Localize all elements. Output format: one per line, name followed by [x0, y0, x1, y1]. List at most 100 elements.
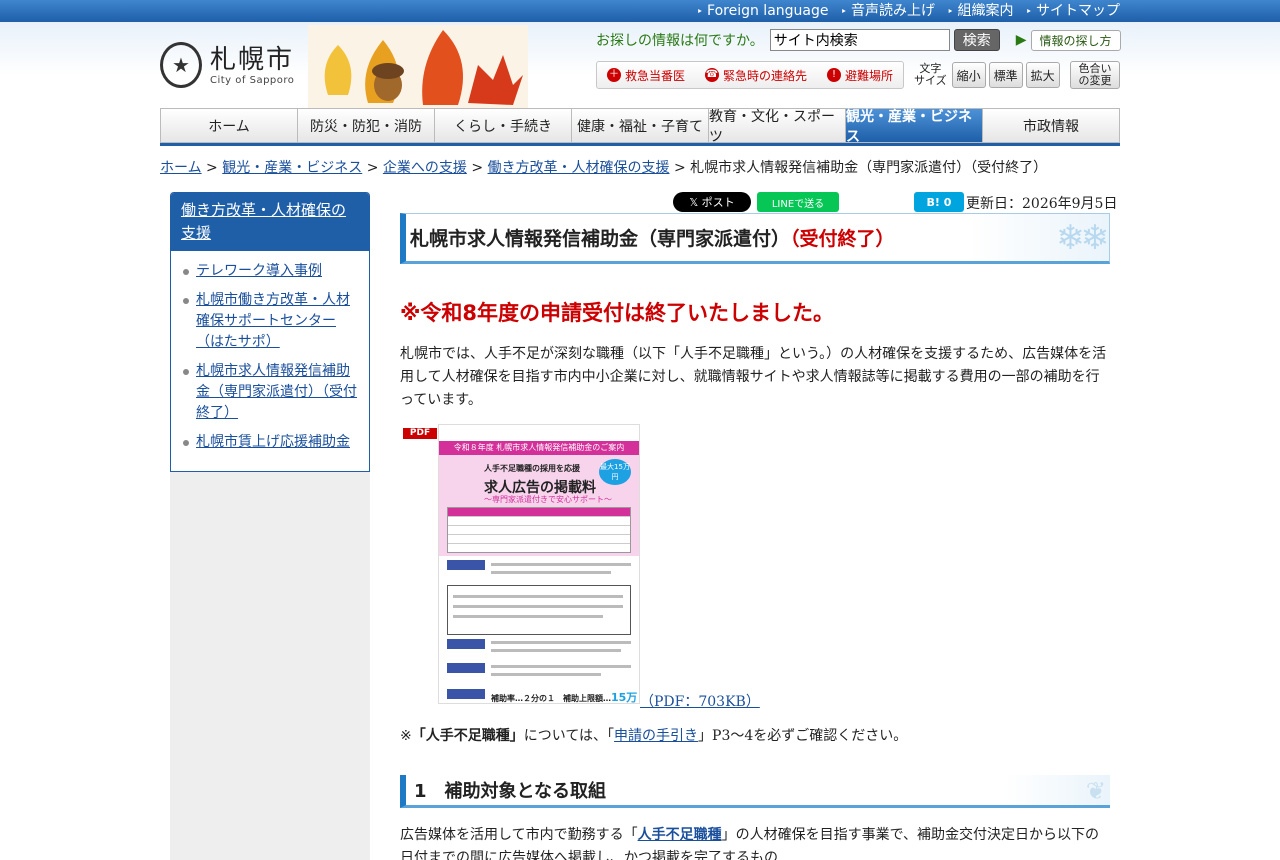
nav-health[interactable]: 健康・福祉・子育て: [571, 108, 708, 143]
utility-links: Foreign language 音声読み上げ 組織案内 サイトマップ: [697, 2, 1120, 21]
organization-link[interactable]: 組織案内: [947, 2, 1014, 21]
nav-home[interactable]: ホーム: [160, 108, 297, 143]
flyer-tag: [447, 560, 485, 570]
sidebar-item-hatasapo-link[interactable]: 札幌市働き方改革・人材確保サポートセンター（はたサポ）: [196, 292, 350, 350]
sidebar: 働き方改革・人材確保の支援 テレワーク導入事例 札幌市働き方改革・人材確保サポー…: [170, 192, 370, 472]
top-utility-bar: Foreign language 音声読み上げ 組織案内 サイトマップ: [0, 0, 1280, 22]
autumn-leaves-illustration: [308, 25, 528, 109]
search-row: お探しの情報は何ですか。 検索 ▶ 情報の探し方: [596, 29, 1121, 51]
flyer-text-line: [491, 665, 631, 668]
breadcrumb-business[interactable]: 観光・産業・ビジネス: [222, 160, 362, 176]
global-nav: ホーム 防災・防犯・消防 くらし・手続き 健康・福祉・子育て 教育・文化・スポー…: [160, 108, 1120, 146]
nav-living[interactable]: くらし・手続き: [434, 108, 571, 143]
updated-date: 更新日：2026年9月5日: [966, 196, 1118, 212]
site-search-input[interactable]: [769, 29, 950, 51]
breadcrumb-home[interactable]: ホーム: [160, 160, 202, 176]
page-title-main: 札幌市求人情報発信補助金（専門家派遣付）: [410, 228, 791, 250]
foreign-language-link[interactable]: Foreign language: [697, 2, 828, 21]
site-logo[interactable]: 札幌市 City of Sapporo: [160, 42, 294, 88]
flyer-table: [447, 507, 631, 553]
flyer-text-line: [491, 649, 621, 652]
evacuation-site-link[interactable]: ! 避難場所: [826, 67, 893, 84]
flyer-box: [447, 585, 631, 635]
logo-subtitle: City of Sapporo: [210, 74, 295, 86]
nav-education[interactable]: 教育・文化・スポーツ: [708, 108, 845, 145]
flyer-text-line: [453, 595, 623, 598]
x-post-button[interactable]: 𝕏 ポスト: [673, 192, 751, 212]
sitemap-link[interactable]: サイトマップ: [1026, 2, 1120, 21]
section1-paragraph: 広告媒体を活用して市内で勤務する「人手不足職種」の人材確保を目指す事業で、補助金…: [400, 824, 1112, 860]
flyer-text-line: [491, 563, 631, 566]
flyer-badge: 最大15万円: [599, 459, 631, 485]
section-heading: 1 補助対象となる取組: [414, 781, 606, 802]
search-button[interactable]: 検索: [953, 29, 1000, 51]
emergency-links: ＋ 救急当番医 ☎ 緊急時の連絡先 ! 避難場所: [596, 61, 904, 89]
flyer-thumbnail[interactable]: 令和８年度 札幌市求人情報発信補助金のご案内 人手不足職種の採用を応援 求人広告…: [438, 424, 640, 704]
sidebar-item-recruit-subsidy: 札幌市求人情報発信補助金（専門家派遣付）（受付終了）: [183, 361, 359, 424]
emergency-doctor-link[interactable]: ＋ 救急当番医: [606, 67, 685, 84]
search-question: お探しの情報は何ですか。: [596, 33, 764, 49]
evacuation-icon: !: [826, 68, 841, 82]
section1-pre: 広告媒体を活用して市内で勤務する「: [400, 827, 638, 843]
city-emblem-icon: [160, 42, 202, 88]
pdf-download-link[interactable]: （PDF：703KB）: [640, 691, 760, 711]
shortage-occupation-link[interactable]: 人手不足職種: [638, 827, 722, 843]
play-arrow-icon: ▶: [1015, 32, 1027, 48]
breadcrumb-separator: >: [366, 160, 383, 176]
breadcrumb-work-reform[interactable]: 働き方改革・人材確保の支援: [488, 160, 670, 176]
flyer-banner: 令和８年度 札幌市求人情報発信補助金のご案内: [439, 441, 639, 455]
closed-notice: ※令和8年度の申請受付は終了いたしました。: [400, 301, 835, 325]
note-mid: については、「: [523, 728, 615, 744]
line-share-button[interactable]: LINEで送る: [757, 192, 839, 212]
note-bold-term: 「人手不足職種」: [411, 728, 524, 744]
search-howto-button[interactable]: 情報の探し方: [1030, 29, 1121, 51]
sidebar-item-wage-subsidy-link[interactable]: 札幌市賃上げ応援補助金: [196, 434, 350, 450]
font-larger-button[interactable]: 拡大: [1025, 62, 1060, 88]
flyer-heading: 人手不足職種の採用を応援: [484, 464, 580, 473]
flyer-subheading: ～専門家派遣付きで安心サポート～: [484, 495, 612, 504]
breadcrumb-separator: >: [673, 160, 691, 176]
intro-paragraph: 札幌市では、人手不足が深刻な職種（以下「人手不足職種」という。）の人材確保を支援…: [400, 346, 1107, 408]
share-buttons: 𝕏 ポスト LINEで送る: [673, 192, 839, 212]
emergency-contact-link[interactable]: ☎ 緊急時の連絡先: [704, 67, 807, 84]
sidebar-list: テレワーク導入事例 札幌市働き方改革・人材確保サポートセンター（はたサポ） 札幌…: [171, 251, 369, 471]
flyer-amount-prefix: 補助率…２分の１ 補助上限額…: [491, 694, 611, 703]
font-standard-button[interactable]: 標準: [988, 62, 1023, 88]
evacuation-site-label: 避難場所: [844, 68, 893, 83]
flyer-text-line: [491, 571, 611, 574]
font-size-label: 文字 サイズ: [914, 62, 947, 87]
sidebar-item-hatasapo: 札幌市働き方改革・人材確保サポートセンター（はたサポ）: [183, 290, 359, 353]
color-change-button[interactable]: 色合い の変更: [1070, 61, 1120, 89]
hatena-bookmark-button[interactable]: B! 0: [914, 192, 964, 212]
breadcrumb: ホーム > 観光・産業・ビジネス > 企業への支援 > 働き方改革・人材確保の支…: [160, 157, 1047, 177]
font-size-controls: 文字 サイズ 縮小 標準 拡大: [914, 62, 1060, 88]
text-to-speech-link[interactable]: 音声読み上げ: [841, 2, 935, 21]
pdf-icon: PDF: [403, 428, 437, 439]
nav-city-admin[interactable]: 市政情報: [982, 108, 1120, 143]
sidebar-item-telework-link[interactable]: テレワーク導入事例: [196, 263, 322, 279]
font-smaller-button[interactable]: 縮小: [951, 62, 986, 88]
flyer-tag: [447, 689, 485, 699]
flyer-amount: 補助率…２分の１ 補助上限額…15万円: [491, 689, 639, 703]
flyer-text-line: [491, 641, 631, 644]
breadcrumb-separator: >: [471, 160, 488, 176]
application-guide-link[interactable]: 申請の手引き: [614, 728, 698, 744]
flyer-tag: [447, 639, 485, 649]
flyer-text-line: [453, 615, 603, 618]
sidebar-heading-link[interactable]: 働き方改革・人材確保の支援: [181, 201, 346, 242]
flyer-tag: [447, 663, 485, 673]
logo-title: 札幌市: [210, 44, 295, 75]
breadcrumb-current: 札幌市求人情報発信補助金（専門家派遣付）（受付終了）: [690, 160, 1048, 176]
note-suffix: 」P3～4を必ずご確認ください。: [698, 728, 908, 744]
sidebar-item-telework: テレワーク導入事例: [183, 261, 359, 282]
breadcrumb-enterprise-support[interactable]: 企業への支援: [383, 160, 467, 176]
nav-business[interactable]: 観光・産業・ビジネス: [845, 108, 982, 145]
sidebar-heading: 働き方改革・人材確保の支援: [171, 193, 369, 251]
page-title-closed: （受付終了）: [790, 228, 895, 250]
nav-disaster[interactable]: 防災・防犯・消防: [297, 108, 434, 143]
sidebar-item-recruit-subsidy-link[interactable]: 札幌市求人情報発信補助金（専門家派遣付）（受付終了）: [196, 363, 357, 421]
breadcrumb-separator: >: [206, 160, 223, 176]
phone-icon: ☎: [704, 68, 719, 82]
medical-icon: ＋: [606, 68, 621, 82]
emergency-doctor-label: 救急当番医: [624, 68, 685, 83]
